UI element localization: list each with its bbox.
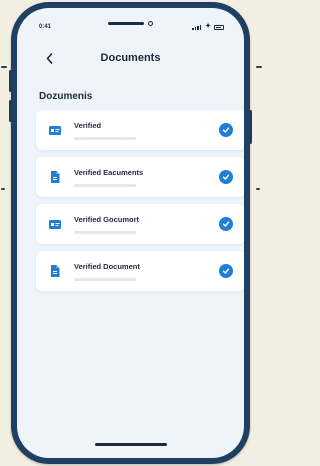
signal-icon: [192, 24, 202, 30]
verified-check-icon: [219, 170, 233, 184]
notch: [100, 18, 162, 28]
nav-bar: Documents: [17, 46, 244, 70]
home-indicator[interactable]: [94, 443, 167, 446]
status-time: 0:41: [39, 24, 52, 30]
document-text: Verified: [74, 121, 219, 140]
page-title: Documents: [100, 52, 161, 64]
document-label: Verified Eacuments: [74, 167, 144, 177]
battery-icon: [214, 24, 224, 30]
id-card-icon: [49, 220, 61, 229]
back-button[interactable]: [39, 46, 59, 70]
status-icons: ✦: [192, 23, 224, 30]
document-list: Verified Verified Eacuments Verified Goc…: [36, 110, 244, 298]
section-title: Dozumenis: [39, 91, 93, 102]
document-label: Verified Document: [74, 261, 140, 271]
document-icon: [51, 171, 60, 183]
wifi-icon: ✦: [205, 23, 211, 30]
document-text: Verified Document: [74, 262, 219, 281]
document-subtitle-placeholder: [74, 183, 136, 187]
camera-icon: [148, 20, 153, 26]
document-text: Verified Eacuments: [74, 168, 219, 187]
id-card-icon: [49, 126, 61, 135]
verified-check-icon: [219, 123, 233, 137]
verified-check-icon: [219, 217, 233, 231]
document-subtitle-placeholder: [74, 230, 136, 234]
document-label: Verified Gocumort: [74, 214, 140, 224]
chevron-left-icon: [46, 52, 52, 64]
document-item[interactable]: Verified Document: [36, 251, 244, 291]
verified-check-icon: [219, 264, 233, 278]
document-item[interactable]: Verified: [36, 110, 244, 150]
phone-frame: 0:41 ✦ Documents Dozumenis Verified Veri…: [11, 2, 250, 464]
document-label: Verified: [74, 120, 102, 130]
document-icon: [51, 265, 60, 277]
phone-screen: 0:41 ✦ Documents Dozumenis Verified Veri…: [17, 8, 244, 458]
document-item[interactable]: Verified Eacuments: [36, 157, 244, 197]
document-subtitle-placeholder: [74, 277, 136, 281]
background-tick: [256, 66, 262, 68]
document-text: Verified Gocumort: [74, 215, 219, 234]
speaker-icon: [108, 21, 144, 25]
document-item[interactable]: Verified Gocumort: [36, 204, 244, 244]
background-tick: [256, 188, 260, 190]
background-tick: [1, 66, 7, 68]
document-subtitle-placeholder: [74, 136, 136, 140]
background-tick: [1, 188, 5, 190]
